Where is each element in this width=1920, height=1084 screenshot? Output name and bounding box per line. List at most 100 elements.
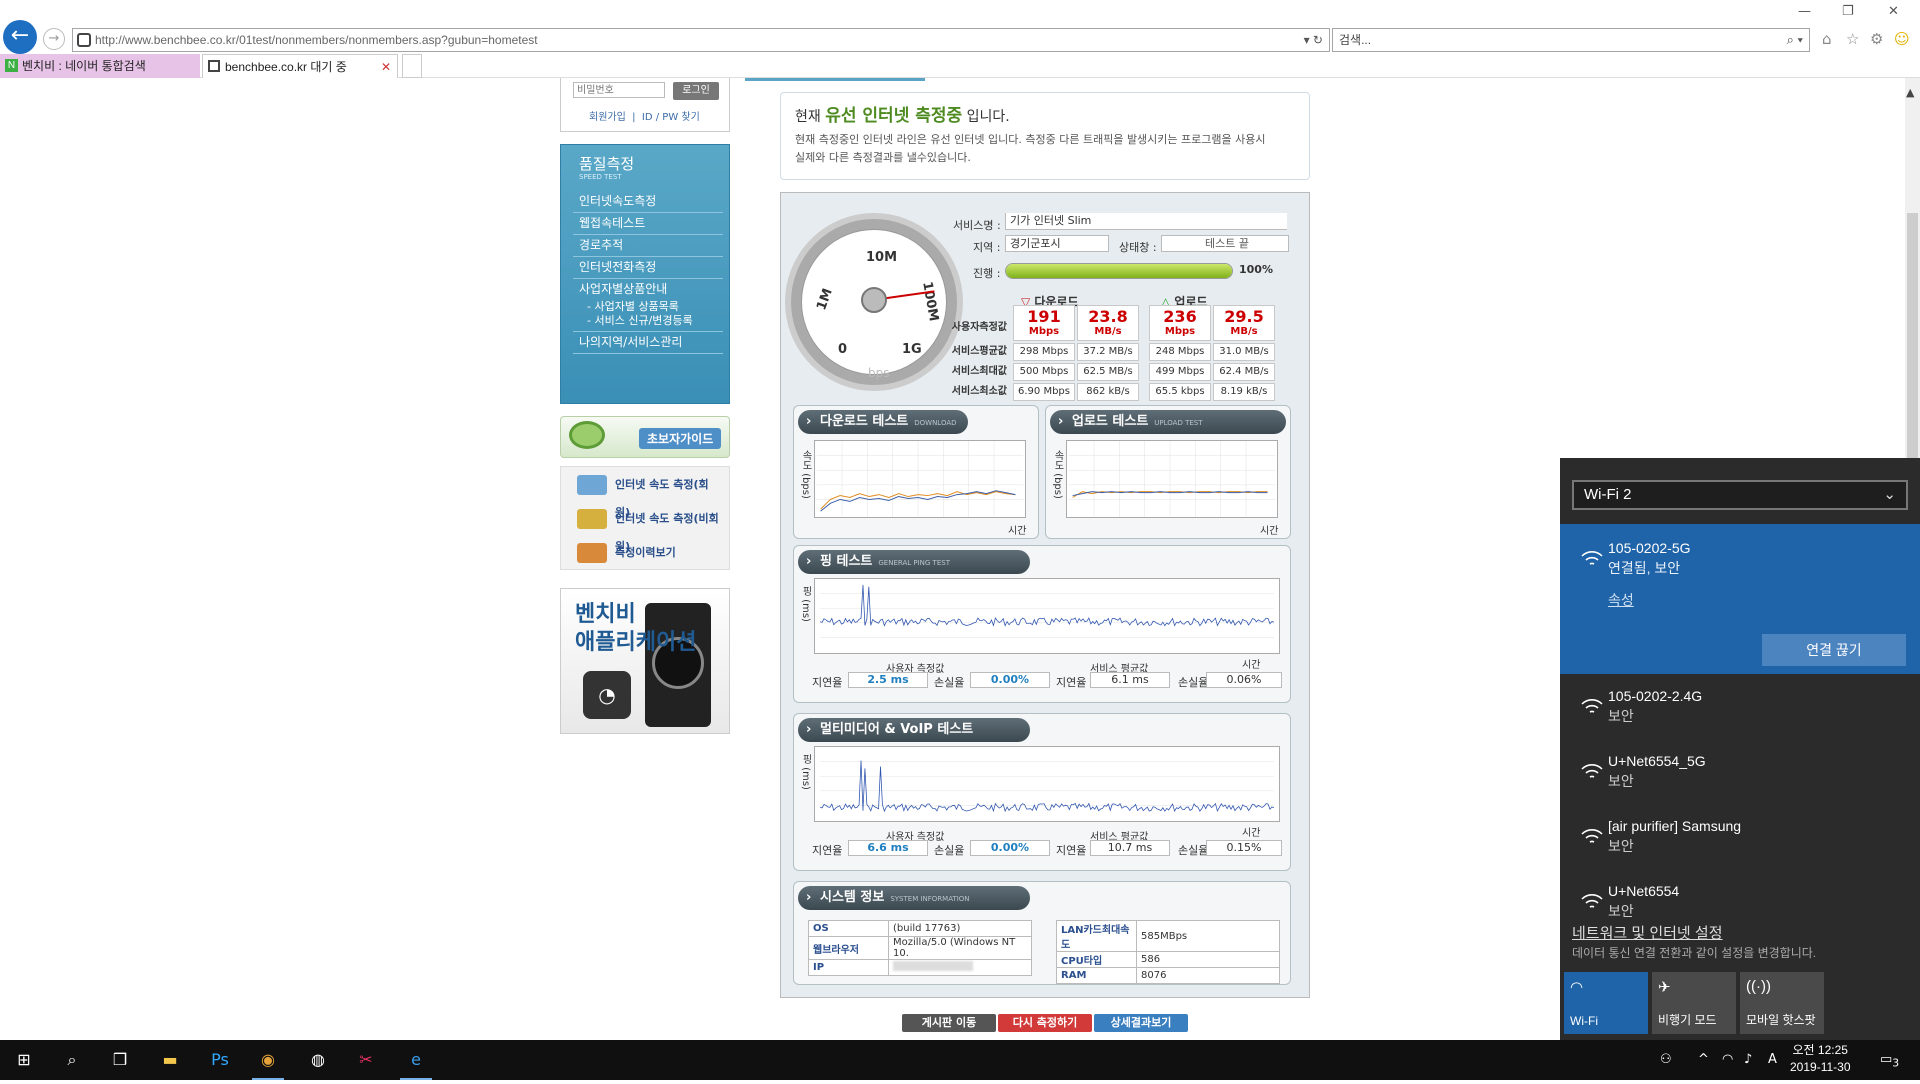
quick-link-nonmember[interactable]: 인터넷 속도 측정(비회원)	[573, 505, 723, 553]
benchbee-logo-icon: ◔	[583, 671, 631, 719]
back-button[interactable]: ←	[3, 20, 37, 54]
beginner-guide-label: 초보자가이드	[639, 428, 722, 449]
close-tab-icon[interactable]: ✕	[381, 55, 391, 79]
network-status: 보안	[1608, 708, 1634, 724]
login-button[interactable]: 로그인	[673, 82, 719, 100]
quick-link-member[interactable]: 인터넷 속도 측정(회원)	[573, 471, 723, 519]
browser-toolbar: ← → http://www.benchbee.co.kr/01test/non…	[0, 0, 1920, 54]
tray-overflow-icon[interactable]: ^	[1698, 1040, 1709, 1080]
volume-icon[interactable]: ♪	[1744, 1040, 1752, 1080]
settings-gear-icon[interactable]: ⚙	[1870, 30, 1883, 48]
address-bar[interactable]: http://www.benchbee.co.kr/01test/nonmemb…	[72, 28, 1330, 52]
menu-item-voip[interactable]: 인터넷전화측정	[573, 257, 723, 279]
label-text: 서비스명	[953, 219, 994, 232]
signup-link[interactable]: 회원가입	[589, 112, 626, 123]
ping-service-loss-label: 손실율	[1178, 676, 1209, 689]
photoshop-icon[interactable]: Ps	[196, 1040, 244, 1080]
properties-link[interactable]: 속성	[1608, 590, 1634, 610]
wifi-toggle[interactable]: ◠ Wi-Fi	[1564, 972, 1648, 1034]
search-icon[interactable]: ⌕ ▾	[1787, 29, 1803, 51]
min-download-mbs: 862 kB/s	[1077, 383, 1139, 401]
tab-benchbee[interactable]: benchbee.co.kr 대기 중 ✕	[202, 54, 398, 78]
people-icon[interactable]: ⚇	[1660, 1040, 1672, 1080]
menu-item-products[interactable]: 사업자별상품안내	[573, 279, 723, 300]
row-label-user: 사용자측정값	[951, 322, 1007, 333]
value: 29.5	[1224, 307, 1264, 326]
notification-center-icon[interactable]: ▭3	[1880, 1040, 1899, 1084]
adapter-value: Wi-Fi 2	[1584, 486, 1632, 503]
airplane-mode-toggle[interactable]: ✈ 비행기 모드	[1652, 972, 1736, 1034]
table-row: 웹브라우저 Mozilla/5.0 (Windows NT 10.	[808, 936, 1032, 960]
network-item[interactable]: U+Net6554_5G 보안	[1560, 745, 1920, 809]
app-banner-line2: 애플리케이션	[575, 630, 697, 655]
search-icon[interactable]: ⌕	[48, 1040, 96, 1080]
network-app-icon[interactable]: ◍	[294, 1040, 342, 1080]
upload-test-header: 업로드 테스트 UPLOAD TEST	[1050, 410, 1286, 434]
beginner-guide-banner[interactable]: 초보자가이드	[560, 416, 730, 458]
label-text: 상태창	[1119, 241, 1150, 254]
wifi-signal-icon	[1581, 894, 1603, 908]
adapter-dropdown[interactable]: Wi-Fi 2 ⌄	[1572, 480, 1908, 510]
search-placeholder: 검색...	[1339, 33, 1372, 47]
restore-button[interactable]: ❐	[1842, 4, 1854, 19]
unit: MB/s	[1230, 326, 1258, 337]
ping-user-latency-label: 지연율	[812, 676, 843, 689]
find-account-link[interactable]: ID / PW 찾기	[642, 112, 700, 123]
tab-label: benchbee.co.kr 대기 중	[225, 60, 347, 74]
snipping-tool-icon[interactable]: ✂	[342, 1040, 390, 1080]
tab-strip: N 벤치비 : 네이버 통합검색 benchbee.co.kr 대기 중 ✕	[0, 54, 1920, 78]
value: 236	[1163, 307, 1197, 326]
network-tray-icon[interactable]: ◠	[1722, 1040, 1733, 1080]
tab-label: 벤치비 : 네이버 통합검색	[22, 59, 146, 73]
disconnect-button[interactable]: 연결 끊기	[1762, 634, 1906, 666]
file-explorer-icon[interactable]: ▬	[146, 1040, 194, 1080]
menu-subitem-list[interactable]: - 사업자별 상품목록	[573, 300, 723, 314]
download-chart	[814, 440, 1026, 518]
favorites-icon[interactable]: ☆	[1846, 30, 1859, 48]
benchbee-favicon-icon	[208, 60, 220, 72]
internet-explorer-icon[interactable]: e	[392, 1040, 440, 1080]
network-item[interactable]: 105-0202-2.4G 보안	[1560, 680, 1920, 744]
download-test-header: 다운로드 테스트DOWNLOAD TEST	[798, 410, 968, 452]
gauge-label-10m: 10M	[866, 250, 898, 265]
task-view-icon[interactable]: ❒	[96, 1040, 144, 1080]
minimize-button[interactable]: —	[1798, 4, 1811, 19]
network-name: U+Net6554_5G	[1608, 753, 1706, 769]
label-text: 진행	[973, 267, 994, 280]
app-banner[interactable]: 벤치비 애플리케이션 ◔	[560, 588, 730, 734]
network-item[interactable]: [air purifier] Samsung 보안	[1560, 810, 1920, 874]
section-title: 다운로드 테스트	[820, 414, 909, 429]
network-name: [air purifier] Samsung	[1608, 818, 1742, 834]
detail-result-button[interactable]: 상세결과보기	[1094, 1014, 1188, 1032]
measurement-notice: 현재 유선 인터넷 측정중 입니다. 현재 측정중인 인터넷 라인은 유선 인터…	[780, 92, 1310, 180]
home-icon[interactable]: ⌂	[1822, 30, 1832, 48]
menu-item-trace[interactable]: 경로추적	[573, 235, 723, 257]
menu-item-web[interactable]: 웹접속테스트	[573, 213, 723, 235]
ime-indicator[interactable]: A	[1768, 1040, 1777, 1080]
label-text: 지역	[973, 241, 994, 254]
new-tab-button[interactable]	[402, 54, 422, 78]
refresh-icon[interactable]: ▾ ↻	[1304, 29, 1323, 51]
menu-item-speed[interactable]: 인터넷속도측정	[573, 191, 723, 213]
retest-button[interactable]: 다시 측정하기	[998, 1014, 1092, 1032]
tab-naver[interactable]: N 벤치비 : 네이버 통합검색	[0, 54, 200, 78]
network-settings-link[interactable]: 네트워크 및 인터넷 설정	[1572, 922, 1723, 943]
forward-button[interactable]: →	[43, 28, 65, 50]
password-input[interactable]	[573, 82, 665, 98]
taskbar-clock[interactable]: 오전 12:25 2019-11-30	[1790, 1042, 1851, 1076]
close-button[interactable]: ✕	[1888, 4, 1899, 19]
menu-item-region[interactable]: 나의지역/서비스관리	[573, 332, 723, 354]
chrome-icon[interactable]: ◉	[244, 1040, 292, 1080]
computer-icon	[577, 475, 607, 495]
mobile-hotspot-toggle[interactable]: ((·)) 모바일 핫스팟	[1740, 972, 1824, 1034]
quick-link-history[interactable]: 측정이력보기	[573, 539, 723, 567]
progress-bar	[1005, 263, 1233, 279]
scroll-up-icon[interactable]: ▲	[1906, 86, 1914, 99]
menu-subitem-register[interactable]: - 서비스 신규/변경등록	[573, 314, 723, 332]
feedback-smiley-icon[interactable]: ☺	[1894, 30, 1910, 48]
start-button[interactable]: ⊞	[0, 1040, 48, 1080]
scroll-thumb[interactable]	[1907, 213, 1918, 473]
search-box[interactable]: 검색... ⌕ ▾	[1332, 28, 1810, 52]
connected-network[interactable]: 105-0202-5G 연결됨, 보안 속성 연결 끊기	[1560, 524, 1920, 674]
board-button[interactable]: 게시판 이동	[902, 1014, 996, 1032]
